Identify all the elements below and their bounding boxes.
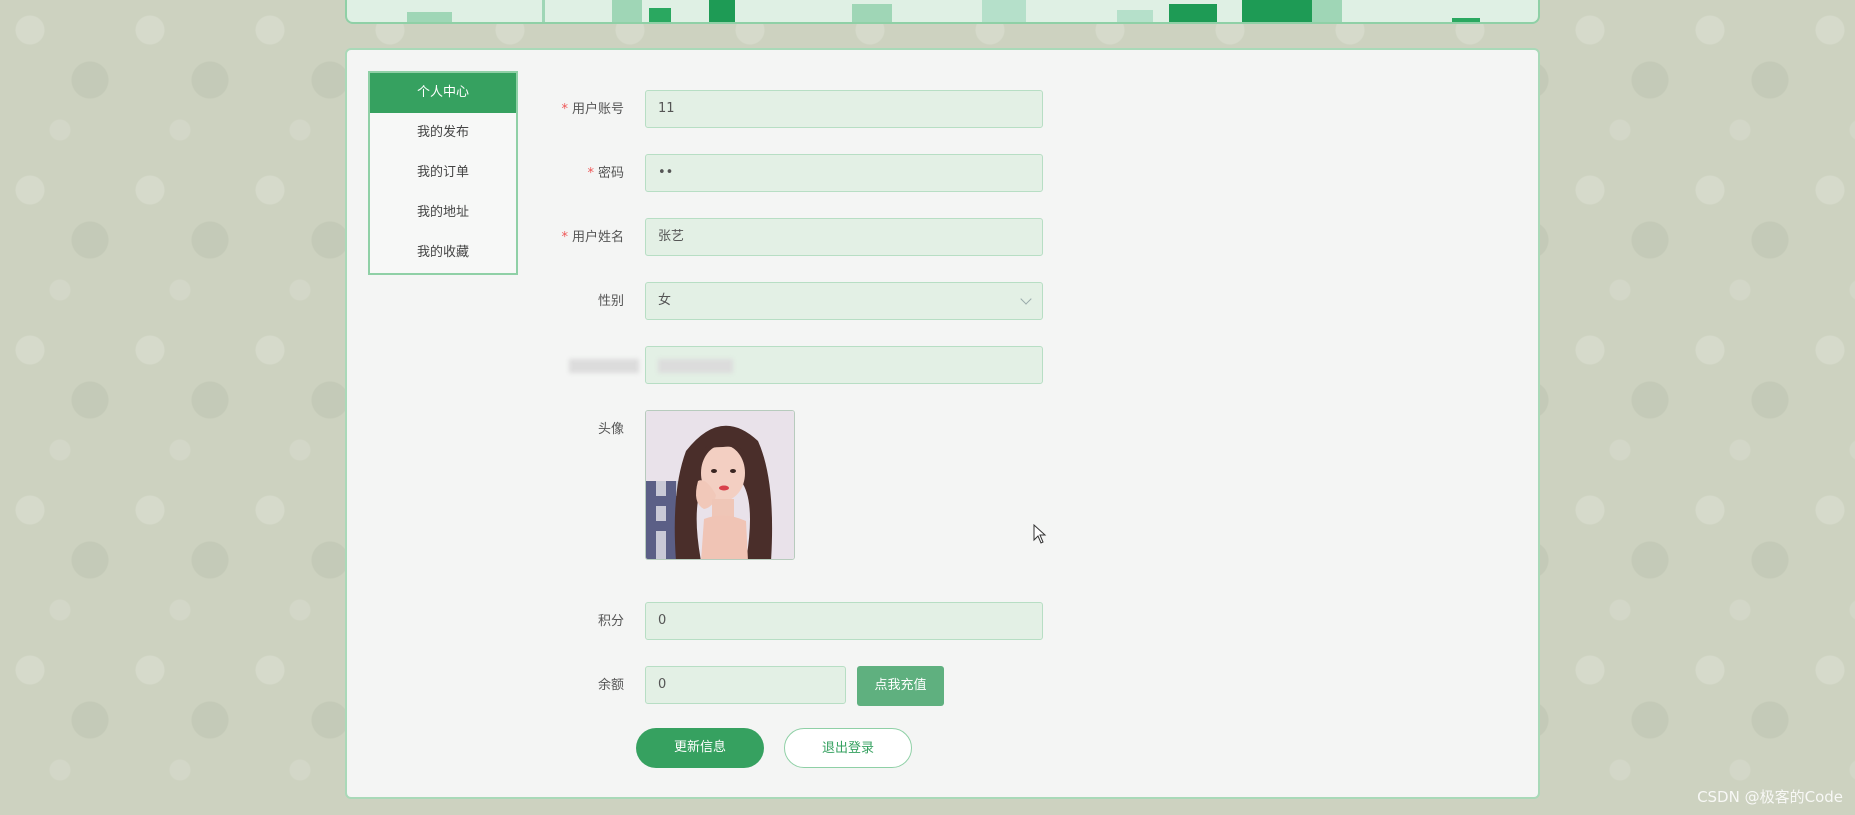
avatar-label: 头像	[597, 422, 624, 437]
required-mark: *	[587, 166, 594, 181]
update-info-button[interactable]: 更新信息	[636, 728, 764, 768]
menu-item-my-posts[interactable]: 我的发布	[370, 113, 516, 153]
balance-input[interactable]: 0	[645, 666, 846, 704]
chevron-down-icon	[1020, 293, 1032, 305]
menu-item-my-orders[interactable]: 我的订单	[370, 153, 516, 193]
redacted-value	[658, 359, 733, 373]
name-label: * 用户姓名	[561, 230, 624, 245]
name-input[interactable]: 张艺	[645, 218, 1043, 256]
gender-select[interactable]: 女	[645, 282, 1043, 320]
menu-item-my-favorites[interactable]: 我的收藏	[370, 233, 516, 273]
avatar-image[interactable]	[645, 410, 795, 560]
points-input[interactable]: 0	[645, 602, 1043, 640]
redacted-input[interactable]	[645, 346, 1043, 384]
balance-label: 余额	[597, 678, 624, 693]
recharge-button[interactable]: 点我充值	[857, 666, 944, 706]
password-input[interactable]: ••	[645, 154, 1043, 192]
password-label: * 密码	[587, 166, 624, 181]
watermark: CSDN @极客的Code	[1697, 788, 1843, 806]
avatar-photo	[646, 411, 794, 559]
account-label: * 用户账号	[561, 102, 624, 117]
required-mark: *	[561, 230, 568, 245]
header-banner	[345, 0, 1540, 24]
account-input[interactable]: 11	[645, 90, 1043, 128]
profile-card: 个人中心 我的发布 我的订单 我的地址 我的收藏 * 用户账号 11 * 密码 ••…	[345, 48, 1540, 799]
side-menu: 个人中心 我的发布 我的订单 我的地址 我的收藏	[368, 71, 518, 275]
menu-item-my-addresses[interactable]: 我的地址	[370, 193, 516, 233]
points-label: 积分	[597, 614, 624, 629]
gender-value: 女	[658, 293, 672, 308]
menu-item-personal-center[interactable]: 个人中心	[370, 73, 516, 113]
skyline-illustration	[407, 0, 1480, 22]
gender-label: 性别	[597, 294, 624, 309]
mouse-cursor-icon	[1033, 524, 1047, 544]
required-mark: *	[561, 102, 568, 117]
redacted-label	[569, 359, 639, 373]
logout-button[interactable]: 退出登录	[784, 728, 912, 768]
